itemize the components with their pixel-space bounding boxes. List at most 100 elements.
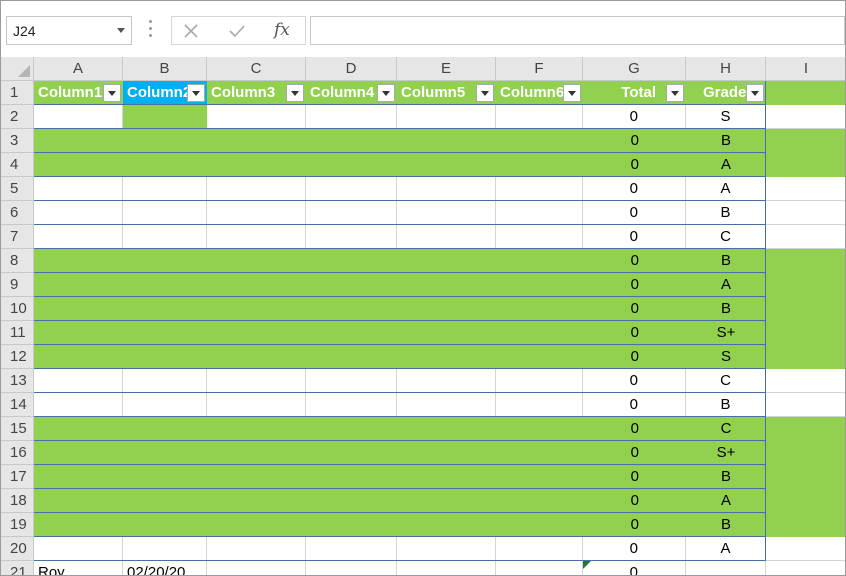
cell-D3[interactable] (306, 129, 397, 153)
cell-I4[interactable] (766, 153, 845, 177)
cancel-button[interactable] (172, 17, 212, 44)
cell-A19[interactable] (34, 513, 123, 537)
row-header-11[interactable]: 11 (1, 321, 34, 345)
cell-B11[interactable] (123, 321, 207, 345)
column-header-a[interactable]: A (34, 57, 123, 81)
cell-E12[interactable] (397, 345, 496, 369)
filter-dropdown-button[interactable] (187, 84, 205, 102)
row-header-19[interactable]: 19 (1, 513, 34, 537)
column-header-e[interactable]: E (397, 57, 496, 81)
formula-input[interactable] (310, 16, 845, 45)
cell-G21[interactable]: 0 (583, 561, 686, 575)
cell-B21[interactable]: 02/20/20 (123, 561, 207, 575)
cell-F7[interactable] (496, 225, 583, 249)
table-header-2[interactable]: Column2 (123, 81, 207, 105)
cell-G8[interactable]: 0 (583, 249, 686, 273)
table-header-1[interactable]: Column1 (34, 81, 123, 105)
cell-E17[interactable] (397, 465, 496, 489)
row-header-18[interactable]: 18 (1, 489, 34, 513)
cell-H3[interactable]: B (686, 129, 766, 153)
cell-G3[interactable]: 0 (583, 129, 686, 153)
cell-A9[interactable] (34, 273, 123, 297)
cell-C10[interactable] (207, 297, 306, 321)
cell-H4[interactable]: A (686, 153, 766, 177)
cell-A14[interactable] (34, 393, 123, 417)
cell-C11[interactable] (207, 321, 306, 345)
cell-F13[interactable] (496, 369, 583, 393)
cell-G6[interactable]: 0 (583, 201, 686, 225)
cell-D5[interactable] (306, 177, 397, 201)
cell-I13[interactable] (766, 369, 845, 393)
select-all-button[interactable] (1, 57, 34, 81)
row-header-15[interactable]: 15 (1, 417, 34, 441)
row-header-17[interactable]: 17 (1, 465, 34, 489)
cell-G11[interactable]: 0 (583, 321, 686, 345)
cell-F6[interactable] (496, 201, 583, 225)
cell-D4[interactable] (306, 153, 397, 177)
cell-B2[interactable] (123, 105, 207, 129)
cell-H20[interactable]: A (686, 537, 766, 561)
cell-G9[interactable]: 0 (583, 273, 686, 297)
filter-dropdown-button[interactable] (746, 84, 764, 102)
cell-C15[interactable] (207, 417, 306, 441)
cell-D18[interactable] (306, 489, 397, 513)
enter-button[interactable] (217, 17, 257, 44)
cell-E18[interactable] (397, 489, 496, 513)
cell-G17[interactable]: 0 (583, 465, 686, 489)
cell-E19[interactable] (397, 513, 496, 537)
cell-E7[interactable] (397, 225, 496, 249)
cell-F15[interactable] (496, 417, 583, 441)
error-indicator-icon[interactable] (583, 561, 591, 569)
cell-C6[interactable] (207, 201, 306, 225)
cell-F11[interactable] (496, 321, 583, 345)
cell-A11[interactable] (34, 321, 123, 345)
cell-I8[interactable] (766, 249, 845, 273)
cell-I19[interactable] (766, 513, 845, 537)
cell-H2[interactable]: S (686, 105, 766, 129)
cell-E21[interactable] (397, 561, 496, 575)
cell-H15[interactable]: C (686, 417, 766, 441)
column-header-c[interactable]: C (207, 57, 306, 81)
cell-G14[interactable]: 0 (583, 393, 686, 417)
cell-C2[interactable] (207, 105, 306, 129)
cell-I14[interactable] (766, 393, 845, 417)
cell-B18[interactable] (123, 489, 207, 513)
cell-C5[interactable] (207, 177, 306, 201)
name-box[interactable]: J24 (6, 16, 132, 45)
cell-E6[interactable] (397, 201, 496, 225)
cell-F12[interactable] (496, 345, 583, 369)
cell-E11[interactable] (397, 321, 496, 345)
cell-D20[interactable] (306, 537, 397, 561)
filter-dropdown-button[interactable] (563, 84, 581, 102)
row-header-3[interactable]: 3 (1, 129, 34, 153)
cell-B19[interactable] (123, 513, 207, 537)
cell-I20[interactable] (766, 537, 845, 561)
cell-E2[interactable] (397, 105, 496, 129)
cell-D17[interactable] (306, 465, 397, 489)
cell-I6[interactable] (766, 201, 845, 225)
cell-D8[interactable] (306, 249, 397, 273)
column-header-i[interactable]: I (766, 57, 845, 81)
table-header-8[interactable]: Grade (686, 81, 766, 105)
cell-D12[interactable] (306, 345, 397, 369)
cell-F20[interactable] (496, 537, 583, 561)
cell-C20[interactable] (207, 537, 306, 561)
cell-F17[interactable] (496, 465, 583, 489)
row-header-9[interactable]: 9 (1, 273, 34, 297)
cell-C13[interactable] (207, 369, 306, 393)
cell-I7[interactable] (766, 225, 845, 249)
row-header-14[interactable]: 14 (1, 393, 34, 417)
cell-G5[interactable]: 0 (583, 177, 686, 201)
cell-G18[interactable]: 0 (583, 489, 686, 513)
cell-A10[interactable] (34, 297, 123, 321)
table-header-3[interactable]: Column3 (207, 81, 306, 105)
cell-E14[interactable] (397, 393, 496, 417)
table-header-7[interactable]: Total (583, 81, 686, 105)
cell-D15[interactable] (306, 417, 397, 441)
cell-G16[interactable]: 0 (583, 441, 686, 465)
cell-F4[interactable] (496, 153, 583, 177)
cell-H17[interactable]: B (686, 465, 766, 489)
cell-C21[interactable] (207, 561, 306, 575)
cell-B20[interactable] (123, 537, 207, 561)
cell-E15[interactable] (397, 417, 496, 441)
